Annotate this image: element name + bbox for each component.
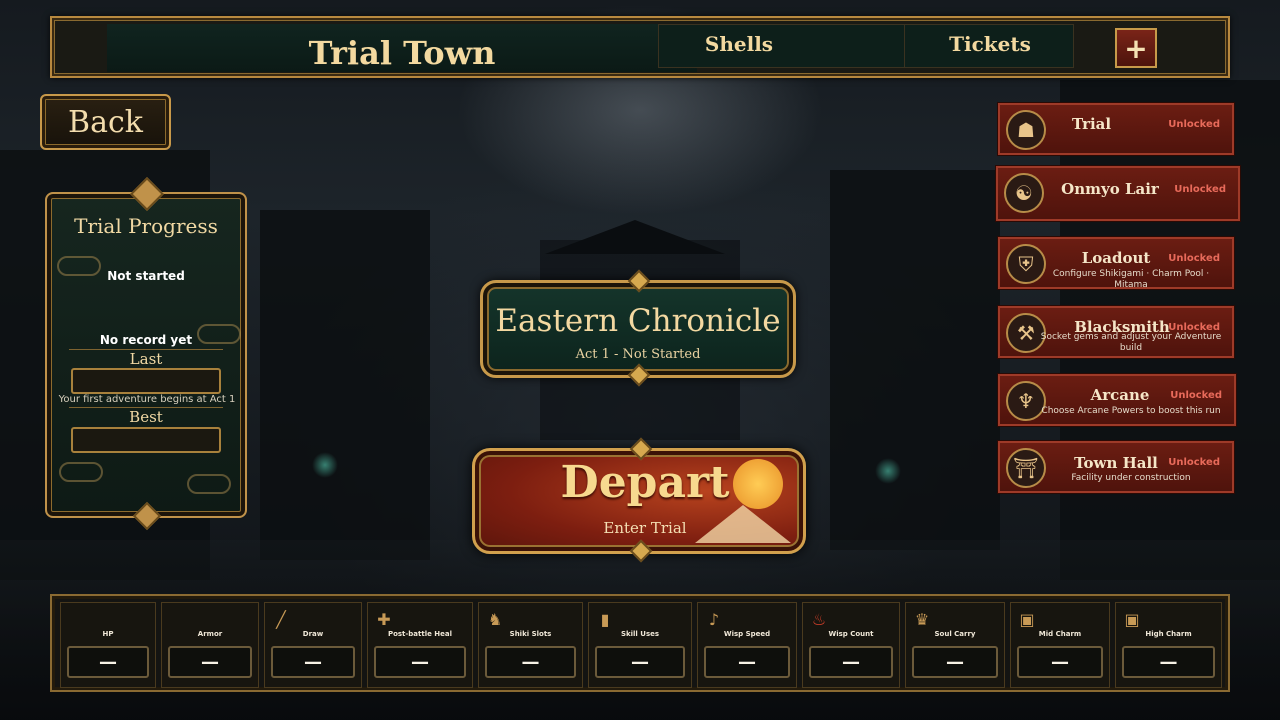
stat-label: High Charm [1145, 630, 1192, 638]
ornament-gem-icon [629, 539, 653, 563]
depart-button[interactable]: Depart Enter Trial [472, 437, 806, 563]
chronicle-title: Eastern Chronicle [495, 303, 781, 339]
stat-label: Post-battle Heal [387, 630, 453, 638]
menu-description: Facility under construction [1071, 473, 1191, 483]
stat-value: — [485, 646, 576, 678]
page-title: Trial Town [308, 34, 496, 72]
best-record-box [71, 427, 221, 453]
stat-value: — [271, 646, 355, 678]
stat-mid-charm: ▣ Mid Charm — [1010, 602, 1110, 688]
menu-status: Unlocked [1168, 457, 1220, 468]
menu-status: Unlocked [1170, 390, 1222, 401]
background-roof [545, 220, 725, 254]
add-currency-button[interactable]: + [1115, 28, 1157, 68]
eastern-chronicle-button[interactable]: Eastern Chronicle Act 1 - Not Started [480, 269, 796, 387]
top-bar: Trial Town Shells Tickets + [50, 16, 1230, 78]
stat-value: — [595, 646, 685, 678]
menu-label: Town Hall [1074, 454, 1158, 472]
stat-label: HP [102, 630, 114, 638]
no-record-text: No record yet [99, 333, 193, 347]
stat-label: Armor [197, 630, 223, 638]
stat-value: — [912, 646, 998, 678]
shells-label: Shells [704, 32, 774, 56]
menu-item-blacksmith[interactable]: ⚒ Blacksmith Unlocked Socket gems and ad… [998, 306, 1234, 358]
stat-value: — [704, 646, 790, 678]
shells-counter: Shells [658, 24, 920, 68]
menu-item-arcane[interactable]: ♆ Arcane Unlocked Choose Arcane Powers t… [998, 374, 1236, 426]
stats-bar: HP — Armor — ╱ Draw — ✚ Post-battle Heal… [50, 594, 1230, 692]
ornament-icon [130, 177, 164, 211]
yin-yang-icon: ☯ [1004, 173, 1044, 213]
stat-value: — [67, 646, 149, 678]
background-building-mid-left [260, 210, 430, 560]
menu-item-town-hall[interactable]: ⛩ Town Hall Unlocked Facility under cons… [998, 441, 1234, 493]
tickets-label: Tickets [949, 32, 1031, 56]
stat-soul-carry: ♛ Soul Carry — [905, 602, 1005, 688]
background-lantern [875, 458, 901, 484]
background-building-mid-right [830, 170, 1000, 550]
stat-skill-uses: ▮ Skill Uses — [588, 602, 692, 688]
stat-label: Shiki Slots [509, 630, 552, 638]
menu-label: Loadout [1081, 249, 1151, 267]
cloud-ornament-icon [59, 462, 103, 482]
stat-label: Mid Charm [1038, 630, 1082, 638]
menu-label: Onmyo Lair [1061, 180, 1159, 198]
stat-value: — [168, 646, 252, 678]
stat-value: — [1017, 646, 1103, 678]
ornament-gem-icon [627, 363, 651, 387]
trial-progress-panel: Trial Progress Not started No record yet… [45, 177, 247, 531]
stat-value: — [374, 646, 466, 678]
last-label: Last [69, 349, 223, 368]
background-lantern [312, 452, 338, 478]
ornament-gem-icon [627, 269, 651, 293]
last-record-box [71, 368, 221, 394]
demon-mask-icon: ☗ [1006, 110, 1046, 150]
stat-high-charm: ▣ High Charm — [1115, 602, 1222, 688]
chronicle-subtitle: Act 1 - Not Started [575, 347, 701, 362]
menu-label: Arcane [1090, 386, 1150, 404]
menu-status: Unlocked [1168, 253, 1220, 264]
stat-draw: ╱ Draw — [264, 602, 362, 688]
best-label: Best [69, 407, 223, 426]
menu-description: Socket gems and adjust your Adventure bu… [1040, 332, 1222, 353]
stat-wisp-count: ♨ Wisp Count — [802, 602, 900, 688]
stat-value: — [1122, 646, 1215, 678]
progress-status: Not started [107, 269, 185, 283]
cloud-ornament-icon [187, 474, 231, 494]
stat-shiki-slots: ♞ Shiki Slots — [478, 602, 583, 688]
tickets-counter: Tickets [904, 24, 1074, 68]
stat-label: Draw [302, 630, 324, 638]
stat-label: Soul Carry [934, 630, 976, 638]
stat-label: Wisp Speed [723, 630, 771, 638]
depart-subtitle: Enter Trial [603, 519, 687, 537]
stat-post-battle-heal: ✚ Post-battle Heal — [367, 602, 473, 688]
depart-title: Depart [560, 457, 730, 508]
back-button[interactable]: Back [40, 94, 171, 150]
stat-value: — [809, 646, 893, 678]
menu-description: Configure Shikigami · Charm Pool · Mitam… [1052, 269, 1210, 290]
stat-wisp-speed: ♪ Wisp Speed — [697, 602, 797, 688]
menu-status: Unlocked [1174, 184, 1226, 195]
stat-armor: Armor — [161, 602, 259, 688]
first-adventure-note: Your first adventure begins at Act 1 [58, 394, 236, 405]
menu-item-loadout[interactable]: ⛨ Loadout Unlocked Configure Shikigami ·… [998, 237, 1234, 290]
title-panel: Trial Town [107, 24, 697, 72]
menu-item-onmyo-lair[interactable]: ☯ Onmyo Lair Unlocked [996, 166, 1240, 221]
menu-description: Choose Arcane Powers to boost this run [1041, 406, 1221, 416]
menu-item-trial[interactable]: ☗ Trial Unlocked [998, 103, 1234, 155]
ornament-icon [132, 501, 162, 531]
stat-label: Wisp Count [828, 630, 874, 638]
stat-label: Skill Uses [620, 630, 660, 638]
stat-hp: HP — [60, 602, 156, 688]
trial-progress-title: Trial Progress [74, 214, 218, 238]
menu-status: Unlocked [1168, 119, 1220, 130]
